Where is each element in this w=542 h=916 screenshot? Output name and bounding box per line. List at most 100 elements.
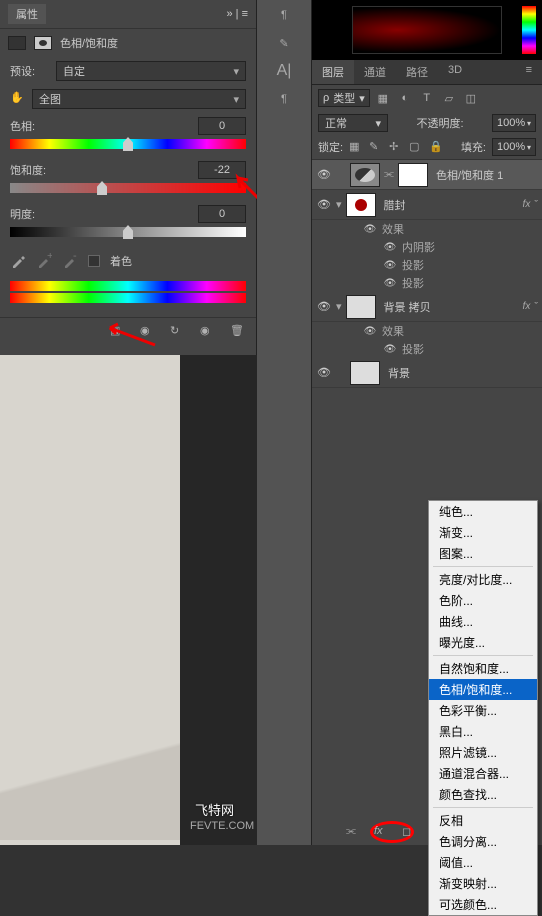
visibility-icon[interactable]: 👁 bbox=[316, 300, 332, 313]
saturation-input[interactable] bbox=[198, 161, 246, 179]
lock-paint-icon[interactable]: ✎ bbox=[369, 140, 383, 154]
saturation-slider[interactable] bbox=[10, 183, 246, 193]
menu-item[interactable]: 渐变... bbox=[429, 522, 537, 543]
menu-item[interactable]: 纯色... bbox=[429, 501, 537, 522]
panel-title[interactable]: 属性 bbox=[8, 4, 46, 24]
paragraph-icon[interactable]: ¶ bbox=[269, 2, 299, 28]
visibility-icon[interactable]: ◉ bbox=[200, 324, 220, 340]
lock-art-icon[interactable]: ▢ bbox=[409, 140, 423, 154]
menu-item[interactable]: 自然饱和度... bbox=[429, 658, 537, 679]
hand-icon[interactable]: ✋ bbox=[10, 91, 26, 107]
adjustment-thumb[interactable] bbox=[350, 163, 380, 187]
menu-item[interactable]: 曲线... bbox=[429, 611, 537, 632]
lightness-slider[interactable] bbox=[10, 227, 246, 237]
layer-bg-copy[interactable]: 👁 ▾ 背景 拷贝 fx ˇ bbox=[312, 292, 542, 322]
menu-item[interactable]: 色调分离... bbox=[429, 831, 537, 852]
hue-strip[interactable] bbox=[522, 6, 536, 54]
menu-item[interactable]: 阈值... bbox=[429, 852, 537, 873]
fx-badge[interactable]: fx bbox=[523, 199, 531, 210]
menu-item[interactable]: 可选颜色... bbox=[429, 894, 537, 915]
opacity-input[interactable]: 100% bbox=[492, 114, 536, 132]
view-prev-icon[interactable]: ◉ bbox=[140, 324, 160, 340]
visibility-icon[interactable]: 👁 bbox=[316, 366, 332, 379]
filter-smart-icon[interactable]: ◫ bbox=[462, 90, 480, 106]
fill-input[interactable]: 100% bbox=[492, 138, 536, 156]
spectrum-display bbox=[0, 277, 256, 309]
visibility-icon[interactable]: 👁 bbox=[316, 168, 332, 181]
menu-item[interactable]: 曝光度... bbox=[429, 632, 537, 653]
eyedropper-plus-icon[interactable]: + bbox=[36, 253, 52, 269]
menu-item[interactable]: 色彩平衡... bbox=[429, 700, 537, 721]
filter-type-select[interactable]: ρ 类型 bbox=[318, 89, 370, 107]
menu-item[interactable]: 亮度/对比度... bbox=[429, 569, 537, 590]
layer-thumb[interactable] bbox=[346, 193, 376, 217]
fx-expand-icon[interactable]: ˇ bbox=[534, 199, 538, 211]
expand-icon[interactable]: ▾ bbox=[336, 300, 342, 313]
colorize-checkbox[interactable] bbox=[88, 255, 100, 267]
reset-icon[interactable]: ↻ bbox=[170, 324, 190, 340]
brush-icon[interactable]: ✎ bbox=[269, 30, 299, 56]
preset-label: 预设: bbox=[10, 63, 50, 79]
hue-slider[interactable] bbox=[10, 139, 246, 149]
menu-item[interactable]: 颜色查找... bbox=[429, 784, 537, 805]
visibility-icon[interactable]: 👁 bbox=[316, 198, 332, 211]
menu-item[interactable]: 照片滤镜... bbox=[429, 742, 537, 763]
tab-channels[interactable]: 通道 bbox=[354, 60, 396, 84]
menu-item[interactable]: 图案... bbox=[429, 543, 537, 564]
menu-item[interactable]: 色相/饱和度... bbox=[429, 679, 537, 700]
eyedropper-minus-icon[interactable]: - bbox=[62, 253, 78, 269]
properties-panel: 属性 » | ≡ 色相/饱和度 预设: 自定 ✋ 全图 色相: 饱和度: 明度: bbox=[0, 0, 257, 355]
layer-wax[interactable]: 👁 ▾ 腊封 fx ˇ bbox=[312, 190, 542, 220]
fx-inner-shadow[interactable]: 👁内阴影 bbox=[312, 238, 542, 256]
tab-3d[interactable]: 3D bbox=[438, 60, 472, 84]
character-icon[interactable]: A| bbox=[269, 58, 299, 84]
fx-menu-icon[interactable]: fx bbox=[374, 825, 394, 841]
lock-trans-icon[interactable]: ▦ bbox=[349, 140, 363, 154]
layer-name[interactable]: 腊封 bbox=[380, 197, 519, 213]
link-icon[interactable]: ⫘ bbox=[384, 168, 394, 181]
hue-input[interactable] bbox=[198, 117, 246, 135]
filter-pixel-icon[interactable]: ▦ bbox=[374, 90, 392, 106]
mask-add-icon[interactable]: ◻ bbox=[402, 825, 422, 841]
filter-type-icon[interactable]: T bbox=[418, 90, 436, 106]
layer-filter-row: ρ 类型 ▦ ◐ T ▱ ◫ bbox=[312, 85, 542, 111]
lock-all-icon[interactable]: 🔒 bbox=[429, 140, 443, 154]
menu-item[interactable]: 通道混合器... bbox=[429, 763, 537, 784]
layer-name[interactable]: 背景 bbox=[384, 365, 538, 381]
collapse-icon[interactable]: » | ≡ bbox=[226, 8, 248, 20]
link-layers-icon[interactable]: ⫘ bbox=[346, 825, 366, 841]
fx-drop-shadow-2[interactable]: 👁投影 bbox=[312, 274, 542, 292]
menu-item[interactable]: 反相 bbox=[429, 810, 537, 831]
tab-paths[interactable]: 路径 bbox=[396, 60, 438, 84]
panel-menu-icon[interactable]: ≡ bbox=[516, 60, 542, 84]
fx-drop-shadow-1[interactable]: 👁投影 bbox=[312, 256, 542, 274]
paragraph-panel-icon[interactable]: ¶ bbox=[269, 86, 299, 112]
fx-drop-shadow-3[interactable]: 👁投影 bbox=[312, 340, 542, 358]
range-select[interactable]: 全图 bbox=[32, 89, 246, 109]
trash-icon[interactable]: 🗑 bbox=[230, 324, 250, 340]
menu-item[interactable]: 色阶... bbox=[429, 590, 537, 611]
color-field[interactable] bbox=[352, 6, 502, 54]
tab-layers[interactable]: 图层 bbox=[312, 60, 354, 84]
layer-thumb[interactable] bbox=[346, 295, 376, 319]
expand-icon[interactable]: ▾ bbox=[336, 198, 342, 211]
blend-mode-select[interactable]: 正常 bbox=[318, 114, 388, 132]
svg-text:-: - bbox=[73, 253, 77, 262]
mask-thumb[interactable] bbox=[398, 163, 428, 187]
layer-bg[interactable]: 👁 背景 bbox=[312, 358, 542, 388]
layer-name[interactable]: 背景 拷贝 bbox=[380, 299, 519, 315]
preset-select[interactable]: 自定 bbox=[56, 61, 246, 81]
lightness-input[interactable] bbox=[198, 205, 246, 223]
menu-item[interactable]: 黑白... bbox=[429, 721, 537, 742]
layer-name[interactable]: 色相/饱和度 1 bbox=[432, 167, 538, 183]
fx-badge[interactable]: fx bbox=[523, 301, 531, 312]
clip-icon[interactable]: ▣ bbox=[110, 324, 130, 340]
layer-hue-sat[interactable]: 👁 ⫘ 色相/饱和度 1 bbox=[312, 160, 542, 190]
filter-shape-icon[interactable]: ▱ bbox=[440, 90, 458, 106]
fx-expand-icon[interactable]: ˇ bbox=[534, 301, 538, 313]
layer-thumb[interactable] bbox=[350, 361, 380, 385]
lock-pos-icon[interactable]: ✢ bbox=[389, 140, 403, 154]
filter-adj-icon[interactable]: ◐ bbox=[396, 90, 414, 106]
menu-item[interactable]: 渐变映射... bbox=[429, 873, 537, 894]
eyedropper-icon[interactable] bbox=[10, 253, 26, 269]
